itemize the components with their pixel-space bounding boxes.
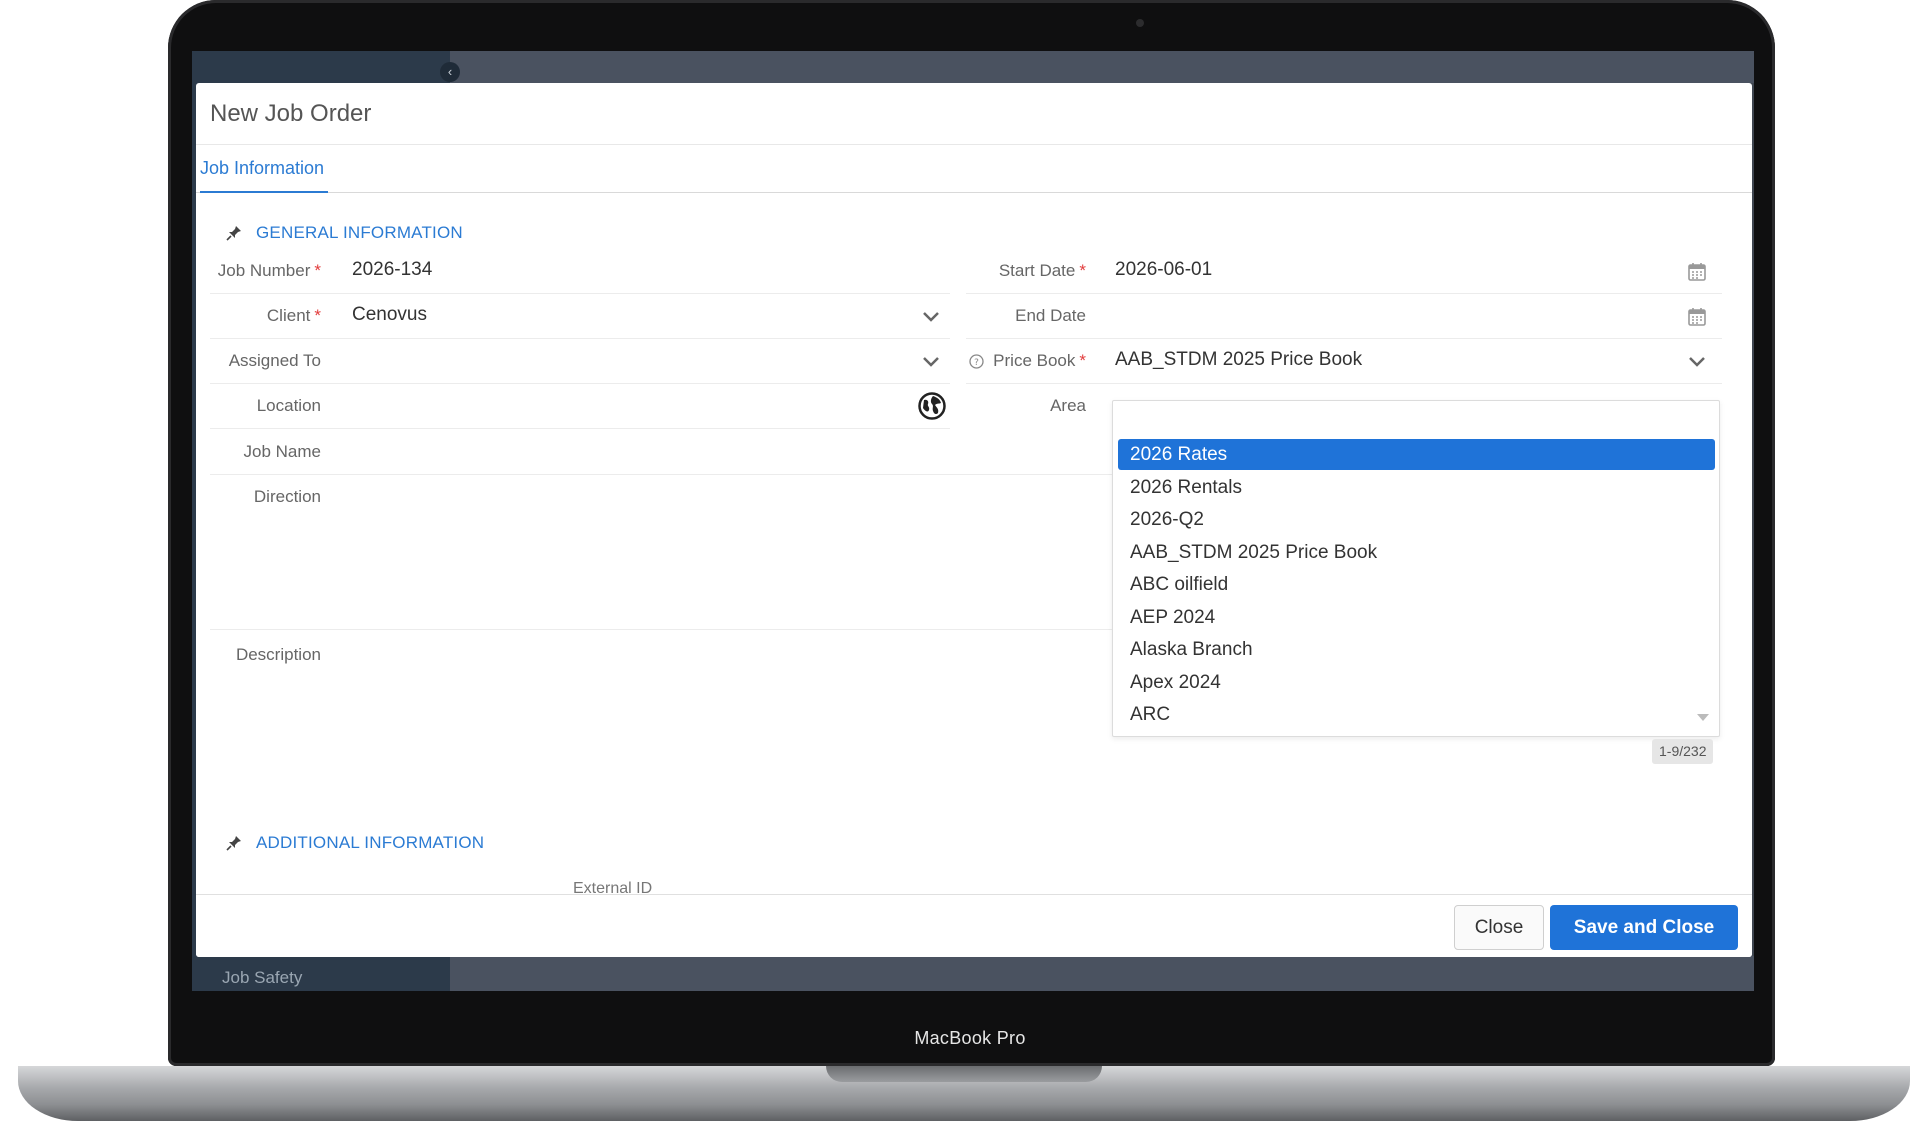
pin-icon <box>226 226 241 241</box>
dropdown-option[interactable]: 2026-Q2 <box>1118 504 1715 535</box>
calendar-icon[interactable] <box>1688 262 1706 281</box>
modal-header: New Job Order <box>196 83 1752 145</box>
direction-row: Direction <box>210 475 1216 630</box>
dropdown-option[interactable]: ABC oilfield <box>1118 569 1715 600</box>
job-name-label: Job Name <box>243 442 321 461</box>
pin-icon <box>226 836 241 851</box>
area-label: Area <box>1050 396 1086 415</box>
client-row: Client * Cenovus <box>210 294 950 339</box>
direction-label: Direction <box>253 487 321 506</box>
dropdown-option[interactable]: AAB_STDM 2025 Price Book <box>1118 537 1715 568</box>
dropdown-option[interactable]: Alaska Branch <box>1118 634 1715 665</box>
dropdown-search-input[interactable] <box>1119 405 1713 439</box>
background-bottom <box>450 956 1754 991</box>
section-additional-information[interactable]: ADDITIONAL INFORMATION <box>226 833 484 853</box>
sidebar-collapse-icon[interactable]: ‹ <box>440 62 460 82</box>
tab-job-information[interactable]: Job Information <box>200 145 328 193</box>
start-date-row: Start Date * 2026-06-01 <box>966 249 1722 294</box>
price-book-dropdown[interactable]: 2026 Rates 2026 Rentals 2026-Q2 AAB_STDM… <box>1112 400 1720 737</box>
job-number-row: Job Number * 2026-134 <box>210 249 950 294</box>
dropdown-option[interactable]: ARC <box>1118 699 1715 730</box>
calendar-icon[interactable] <box>1688 307 1706 326</box>
location-label: Location <box>256 396 321 415</box>
save-and-close-button[interactable]: Save and Close <box>1550 905 1738 950</box>
dropdown-pager: 1-9/232 <box>1652 739 1714 764</box>
start-date-input[interactable]: 2026-06-01 <box>1115 259 1212 281</box>
price-book-select[interactable]: AAB_STDM 2025 Price Book <box>1115 349 1362 371</box>
section-title: GENERAL INFORMATION <box>256 223 463 242</box>
price-book-label: Price Book * <box>993 351 1086 370</box>
job-name-row: Job Name <box>210 430 1216 475</box>
sidebar-item-job-safety[interactable]: Job Safety <box>222 968 302 988</box>
section-general-information[interactable]: GENERAL INFORMATION <box>226 223 463 243</box>
dropdown-option[interactable]: Apex 2024 <box>1118 667 1715 698</box>
dropdown-option[interactable]: 2026 Rates <box>1118 439 1715 470</box>
description-label: Description <box>235 645 321 664</box>
modal-title: New Job Order <box>210 99 372 127</box>
tab-bar: Job Information <box>196 145 1752 193</box>
dropdown-option[interactable]: 2026 Rentals <box>1118 472 1715 503</box>
modal-footer: Close Save and Close <box>196 894 1752 957</box>
laptop-notch <box>826 1066 1102 1082</box>
camera-dot <box>1136 19 1144 27</box>
chevron-down-icon[interactable] <box>922 356 940 368</box>
location-row: Location <box>210 384 950 429</box>
description-row: Description <box>210 633 1216 773</box>
external-id-label: External ID <box>573 880 653 894</box>
section-title: ADDITIONAL INFORMATION <box>256 833 485 852</box>
price-book-row: ? Price Book * AAB_STDM 2025 Price Book <box>966 339 1722 384</box>
assigned-to-row: Assigned To <box>210 339 950 384</box>
start-date-label: Start Date * <box>998 261 1086 280</box>
chevron-down-icon[interactable] <box>922 311 940 323</box>
device-label: MacBook Pro <box>914 1028 1026 1048</box>
scroll-down-icon[interactable] <box>1697 714 1709 721</box>
chevron-down-icon[interactable] <box>1688 356 1706 368</box>
job-number-label: Job Number * <box>217 261 321 280</box>
end-date-label: End Date <box>1015 306 1086 325</box>
client-label: Client * <box>266 306 321 325</box>
assigned-to-label: Assigned To <box>228 351 321 370</box>
close-button[interactable]: Close <box>1454 905 1544 950</box>
globe-icon[interactable] <box>918 392 946 420</box>
end-date-row: End Date <box>966 294 1722 339</box>
job-number-input[interactable]: 2026-134 <box>352 259 432 281</box>
client-select[interactable]: Cenovus <box>352 304 427 326</box>
area-row: Area <box>966 384 1116 429</box>
dropdown-option[interactable]: AEP 2024 <box>1118 602 1715 633</box>
